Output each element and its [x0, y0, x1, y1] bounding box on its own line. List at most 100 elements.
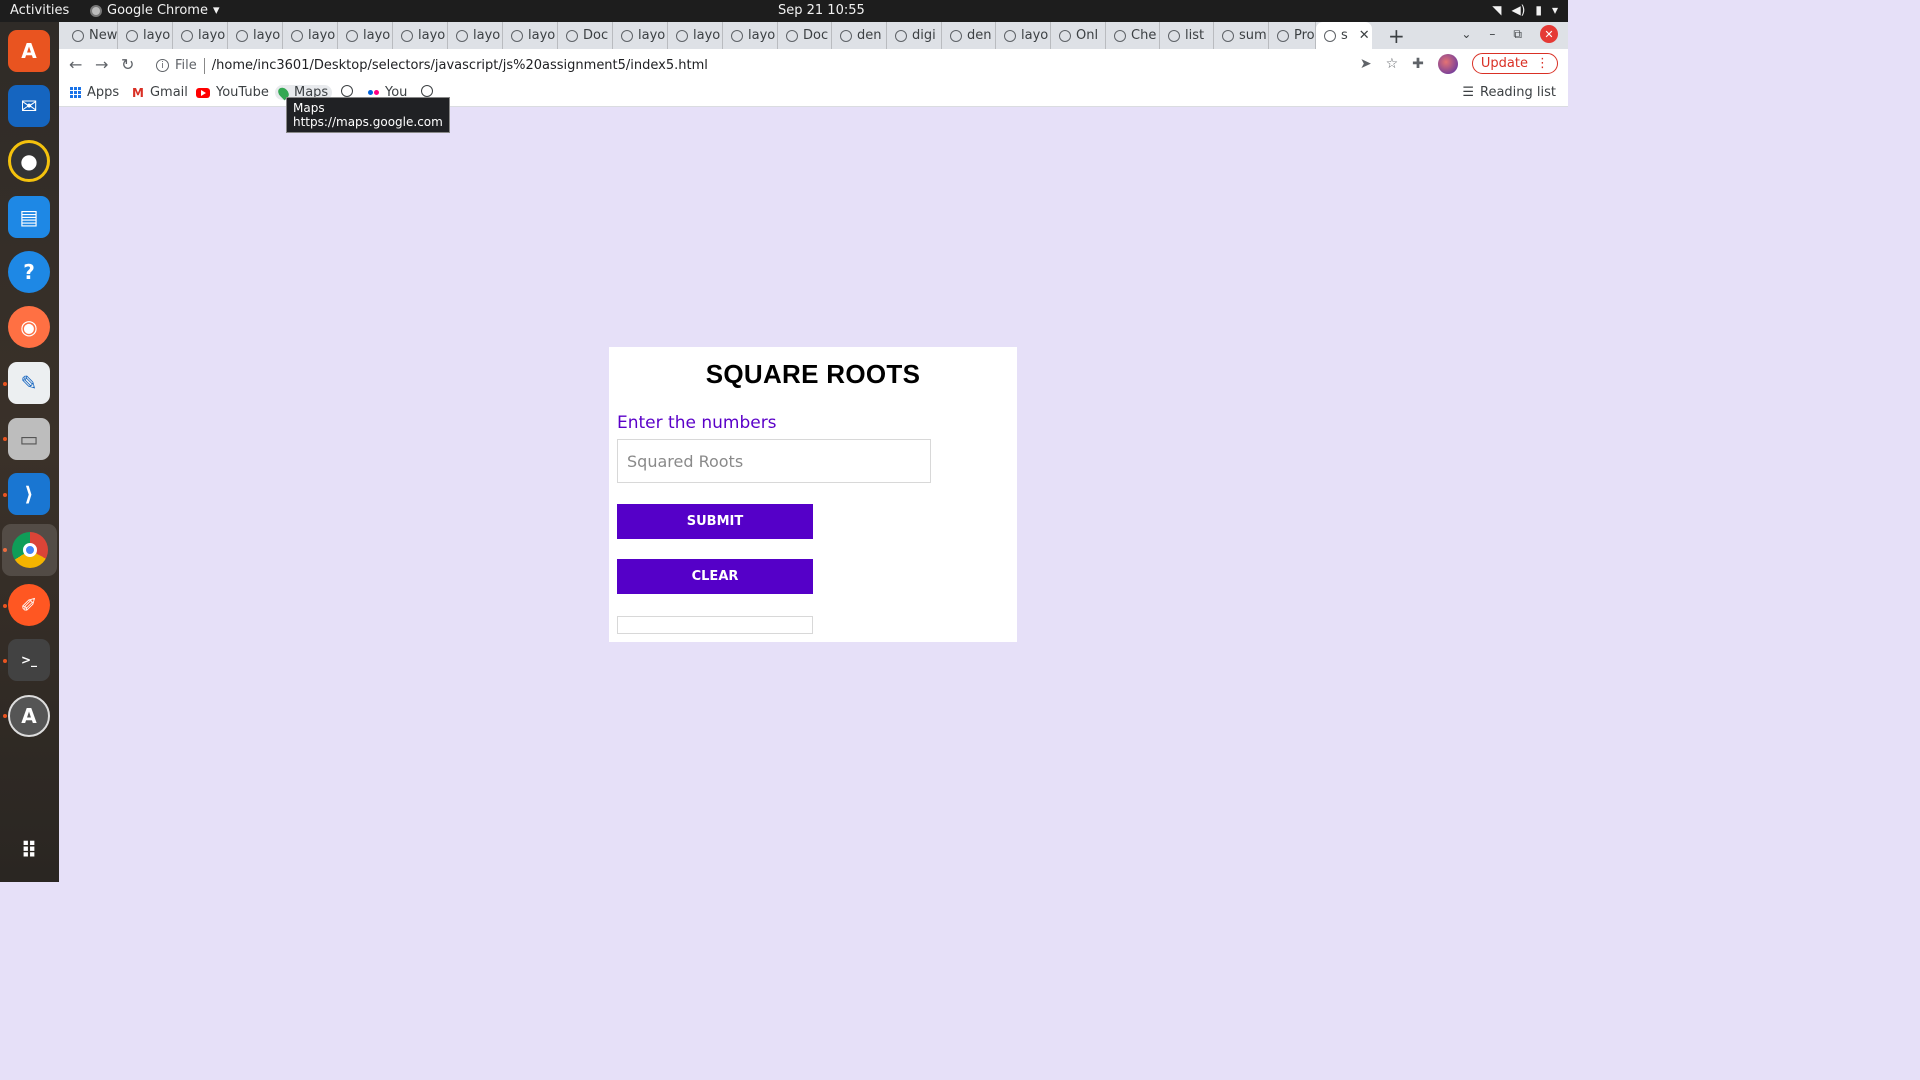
tab-strip: New layo layo layo layo layo layo layo l…	[59, 22, 1568, 49]
tab[interactable]: New	[64, 22, 118, 49]
numbers-input[interactable]	[617, 439, 931, 483]
globe-icon	[291, 29, 303, 42]
tooltip-title: Maps	[293, 101, 325, 115]
text-editor-icon[interactable]: ✎	[8, 362, 50, 404]
globe-icon	[1324, 29, 1336, 42]
extensions-icon[interactable]: ✚	[1412, 56, 1424, 72]
submit-button[interactable]: SUBMIT	[617, 504, 813, 539]
tab[interactable]: Doc	[558, 22, 613, 49]
tab[interactable]: digi	[887, 22, 942, 49]
info-icon[interactable]: i	[156, 59, 169, 72]
tab[interactable]: Che	[1106, 22, 1160, 49]
globe-icon	[621, 29, 633, 42]
bookmark-globe[interactable]	[421, 85, 433, 97]
globe-icon	[786, 29, 798, 42]
tab[interactable]: layo	[668, 22, 723, 49]
postman-icon[interactable]: ✐	[8, 584, 50, 626]
activities-button[interactable]: Activities	[10, 3, 69, 18]
chevron-down-icon: ▾	[212, 3, 220, 18]
bookmark-youtube[interactable]: YouTube	[196, 85, 269, 100]
globe-icon	[401, 29, 413, 42]
terminal-icon[interactable]: >_	[8, 639, 50, 681]
chevron-down-icon: ▾	[1551, 3, 1558, 17]
bookmark-apps[interactable]: Apps	[70, 85, 119, 100]
tab[interactable]: layo	[393, 22, 448, 49]
globe-icon	[346, 29, 358, 42]
rhythmbox-icon[interactable]: ●	[8, 140, 50, 182]
tab[interactable]: layo	[118, 22, 173, 49]
tab[interactable]: Onl	[1051, 22, 1106, 49]
globe-icon	[1277, 29, 1289, 42]
tab[interactable]: den	[832, 22, 887, 49]
send-icon[interactable]: ➤	[1360, 56, 1372, 72]
show-apps-icon[interactable]: ⠿	[8, 830, 50, 872]
clock[interactable]: Sep 21 10:55	[778, 3, 865, 18]
tab-active[interactable]: s ✕	[1316, 22, 1372, 49]
globe-icon	[731, 29, 743, 42]
restore-button[interactable]: ⧉	[1513, 27, 1522, 42]
close-window-button[interactable]: ✕	[1540, 25, 1558, 43]
close-tab-icon[interactable]: ✕	[1359, 28, 1370, 43]
globe-icon	[676, 29, 688, 42]
url-text[interactable]: /home/inc3601/Desktop/selectors/javascri…	[212, 58, 708, 73]
tab[interactable]: layo	[283, 22, 338, 49]
globe-icon	[1059, 29, 1071, 42]
tab[interactable]: layo	[448, 22, 503, 49]
youtube-icon	[196, 87, 210, 98]
system-top-bar: Activities Google Chrome ▾ Sep 21 10:55 …	[0, 0, 1568, 22]
tab[interactable]: den	[942, 22, 996, 49]
clear-button[interactable]: CLEAR	[617, 559, 813, 594]
vscode-icon[interactable]: ⟩	[8, 473, 50, 515]
tab[interactable]: layo	[228, 22, 283, 49]
tab[interactable]: Doc	[778, 22, 832, 49]
battery-icon: ▮	[1535, 3, 1542, 17]
tab[interactable]: layo	[613, 22, 668, 49]
apps-grid-icon	[70, 87, 81, 98]
software-updater-icon[interactable]: A	[8, 695, 50, 737]
globe-icon	[126, 29, 138, 42]
system-tray[interactable]: ◥ ◀) ▮ ▾	[1492, 3, 1558, 17]
update-button[interactable]: Update ⋮	[1471, 53, 1558, 74]
forward-arrow-icon[interactable]: →	[95, 55, 108, 74]
tab[interactable]: layo	[173, 22, 228, 49]
bookmark-gmail[interactable]: M Gmail	[132, 85, 188, 100]
chrome-icon[interactable]	[2, 524, 57, 576]
writer-icon[interactable]: ▤	[8, 196, 50, 238]
wifi-icon: ◥	[1492, 3, 1502, 17]
tab[interactable]: layo	[503, 22, 558, 49]
square-roots-card: SQUARE ROOTS Enter the numbers SUBMIT CL…	[609, 347, 1017, 642]
tab[interactable]: Pro	[1269, 22, 1316, 49]
bookmark-globe[interactable]	[341, 85, 353, 97]
files-icon[interactable]: ▭	[8, 418, 50, 460]
tab[interactable]: layo	[996, 22, 1051, 49]
globe-icon	[421, 85, 433, 97]
browser-toolbar: ← → ↻ i File /home/inc3601/Desktop/selec…	[59, 49, 1568, 82]
toolbar-actions: ➤ ☆ ✚ Update ⋮	[1360, 53, 1558, 74]
reload-icon[interactable]: ↻	[121, 55, 134, 74]
tab[interactable]: list	[1160, 22, 1214, 49]
thunderbird-icon[interactable]: ✉	[8, 85, 50, 127]
chrome-icon	[90, 4, 102, 17]
new-tab-button[interactable]: +	[1388, 24, 1405, 48]
globe-icon	[950, 29, 962, 42]
firefox-icon[interactable]: ◉	[8, 306, 50, 348]
back-arrow-icon[interactable]: ←	[69, 55, 82, 74]
tab[interactable]: layo	[723, 22, 778, 49]
app-name: Google Chrome	[107, 3, 208, 18]
tab-search-icon[interactable]: ⌄	[1461, 27, 1471, 41]
ubuntu-software-icon[interactable]: A	[8, 30, 50, 72]
reading-list-button[interactable]: ☰ Reading list	[1462, 85, 1556, 100]
globe-icon	[1222, 29, 1234, 42]
minimize-button[interactable]: –	[1489, 27, 1495, 41]
avatar[interactable]	[1437, 53, 1458, 74]
numbers-label: Enter the numbers	[617, 413, 777, 433]
help-icon[interactable]: ?	[8, 251, 50, 293]
star-icon[interactable]: ☆	[1386, 56, 1399, 72]
tab[interactable]: sum	[1214, 22, 1269, 49]
address-bar[interactable]: i File /home/inc3601/Desktop/selectors/j…	[149, 53, 1404, 78]
dock: A ✉ ● ▤ ? ◉ ✎ ▭ ⟩ ✐ >_ A ⠿	[0, 22, 59, 882]
globe-icon	[456, 29, 468, 42]
tab[interactable]: layo	[338, 22, 393, 49]
app-menu[interactable]: Google Chrome ▾	[90, 3, 220, 18]
gmail-icon: M	[132, 85, 144, 100]
